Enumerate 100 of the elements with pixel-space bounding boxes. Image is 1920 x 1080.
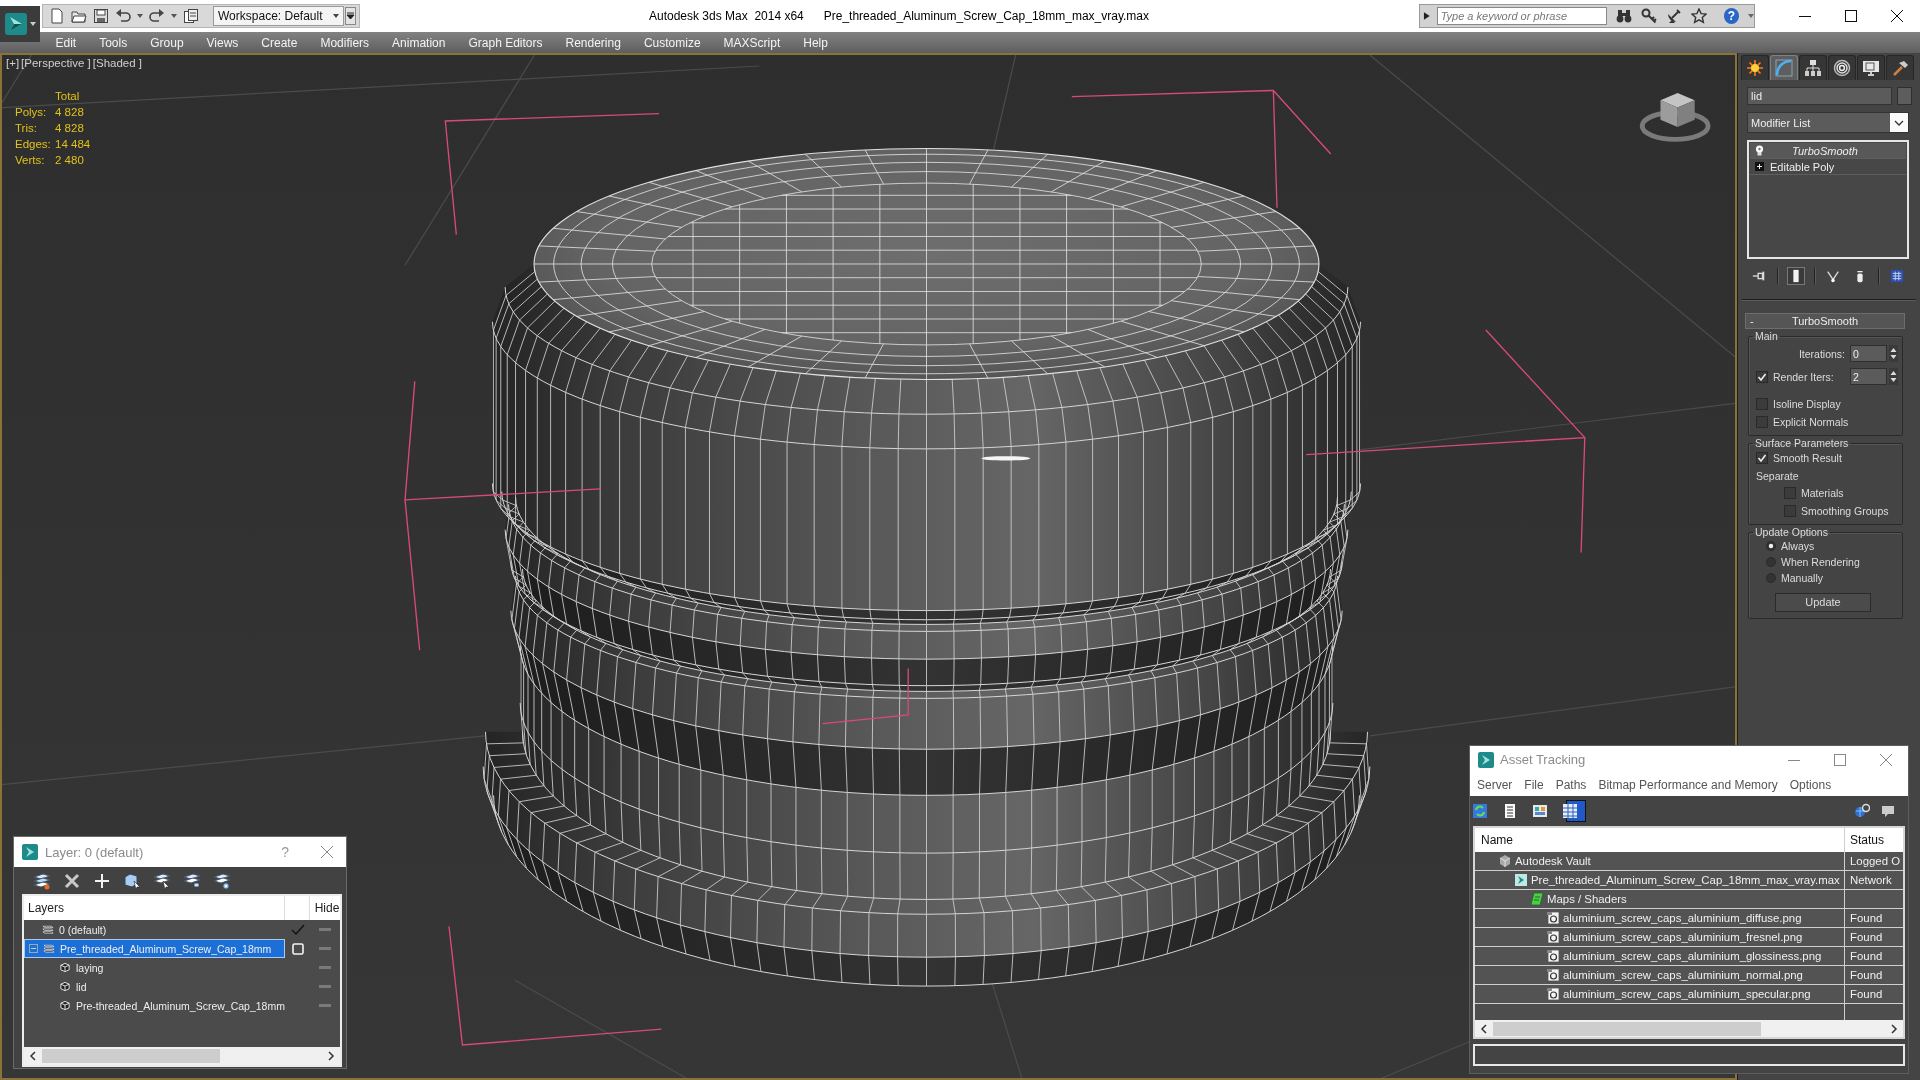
maximize-icon[interactable] — [1845, 10, 1857, 22]
menu-item[interactable]: Paths — [1555, 777, 1587, 792]
modifier-stack-item[interactable]: Editable Poly — [1750, 159, 1906, 175]
layer-item[interactable]: laying — [24, 958, 285, 977]
layer-item[interactable]: Pre-threaded_Aluminum_Screw_Cap_18mm — [24, 996, 285, 1015]
checkbox[interactable] — [1756, 398, 1768, 410]
column-header[interactable]: Status — [1850, 833, 1885, 847]
layer-stack-icon[interactable] — [33, 871, 51, 890]
checkbox[interactable] — [1784, 505, 1796, 517]
key-icon[interactable] — [1640, 8, 1657, 24]
menu-item[interactable]: File — [1524, 777, 1544, 792]
close-icon[interactable] — [1891, 10, 1903, 22]
spinner-arrows-icon[interactable] — [1889, 345, 1898, 362]
menu-item[interactable]: Options — [1789, 777, 1832, 792]
asset-row[interactable]: Maps / Shaders — [1475, 890, 1903, 909]
menu-item[interactable]: Tools — [87, 35, 139, 50]
menu-item[interactable]: Rendering — [554, 35, 633, 50]
radio-button[interactable] — [1766, 541, 1776, 551]
viewport-menu[interactable]: [Perspective ] — [21, 57, 91, 69]
menu-item[interactable]: Views — [195, 35, 250, 50]
radio-button[interactable] — [1766, 557, 1776, 567]
panel-tab[interactable] — [1857, 55, 1885, 80]
path-field[interactable] — [1473, 1044, 1905, 1066]
object-name-field[interactable]: lid — [1747, 87, 1892, 105]
menu-item[interactable]: Graph Editors — [456, 35, 554, 50]
menu-item[interactable]: Edit — [44, 35, 88, 50]
workspace-dropdown[interactable]: Workspace: Default — [213, 6, 344, 26]
update-button[interactable]: Update — [1775, 592, 1871, 612]
expand-arrow-icon[interactable] — [1423, 11, 1431, 21]
scroll-left-icon[interactable] — [1480, 1023, 1488, 1034]
star-icon[interactable] — [1690, 8, 1707, 24]
checkbox[interactable] — [1784, 487, 1796, 499]
asset-row[interactable]: Pre_threaded_Aluminum_Screw_Cap_18mm_max_vray.max Network — [1475, 871, 1903, 890]
panel-tab[interactable] — [1799, 55, 1827, 80]
modifier-stack-item[interactable]: TurboSmooth — [1750, 143, 1906, 159]
panel-tab[interactable] — [1828, 55, 1856, 80]
speech-bubble-icon[interactable] — [1880, 803, 1896, 819]
project-folder-icon[interactable] — [183, 8, 199, 24]
menu-item[interactable]: Modifiers — [308, 35, 381, 50]
spinner-arrows-icon[interactable] — [1889, 368, 1898, 385]
scrollbar-thumb[interactable] — [42, 1049, 220, 1063]
scroll-right-icon[interactable] — [1890, 1023, 1898, 1034]
hide-toggle-icon[interactable] — [319, 928, 331, 931]
horizontal-scrollbar[interactable] — [24, 1047, 340, 1065]
empty-box-icon[interactable] — [291, 942, 304, 955]
help-button[interactable]: ? — [1723, 8, 1739, 24]
caret-icon[interactable] — [171, 14, 177, 18]
menu-item[interactable]: Create — [249, 35, 309, 50]
checkbox[interactable] — [1756, 370, 1768, 383]
spinner-field[interactable]: 2 — [1850, 368, 1887, 385]
asset-row[interactable]: aluminium_screw_caps_aluminium_fresnel.png Found — [1475, 928, 1903, 947]
screw-cap-model[interactable] — [482, 147, 1371, 987]
menu-item[interactable]: MAXScript — [712, 35, 792, 50]
layer-item[interactable]: 0 (default) — [24, 920, 285, 939]
scroll-right-icon[interactable] — [327, 1051, 335, 1061]
menu-item[interactable]: Animation — [380, 35, 457, 50]
menu-item[interactable]: Help — [791, 35, 840, 50]
modifier-list-dropdown[interactable]: Modifier List — [1747, 112, 1909, 133]
hide-toggle-icon[interactable] — [319, 947, 331, 950]
binoculars-icon[interactable] — [1615, 8, 1632, 24]
cube-cursor-icon[interactable] — [123, 871, 141, 890]
delete-icon[interactable] — [63, 871, 81, 890]
new-file-icon[interactable] — [49, 8, 65, 24]
hide-toggle-icon[interactable] — [319, 1004, 331, 1007]
panel-tab[interactable] — [1741, 55, 1769, 80]
asset-row[interactable]: aluminium_screw_caps_aluminium_normal.png Found — [1475, 966, 1903, 985]
asset-row[interactable]: aluminium_screw_caps_aluminium_specular.png Found — [1475, 985, 1903, 1004]
asset-row[interactable]: aluminium_screw_caps_aluminium_diffuse.png Found — [1475, 909, 1903, 928]
layer-pin-icon[interactable] — [183, 871, 201, 890]
checkbox[interactable] — [1756, 416, 1768, 428]
panel-tab[interactable] — [1886, 55, 1914, 80]
layer-item[interactable]: lid — [24, 977, 285, 996]
save-icon[interactable] — [93, 8, 109, 24]
menu-item[interactable]: Customize — [632, 35, 713, 50]
hide-toggle-icon[interactable] — [319, 966, 331, 969]
checkbox[interactable] — [1756, 452, 1768, 464]
column-header[interactable]: Hide — [314, 901, 340, 915]
tool-button[interactable] — [1566, 800, 1586, 822]
scroll-left-icon[interactable] — [29, 1051, 37, 1061]
add-icon[interactable] — [93, 871, 111, 890]
collapse-box-icon[interactable] — [29, 944, 38, 953]
column-header[interactable]: Name — [1481, 833, 1513, 847]
menu-item[interactable]: Server — [1477, 777, 1513, 792]
undo-icon[interactable] — [115, 8, 131, 24]
color-swatch-icon[interactable] — [1897, 87, 1912, 105]
stack-tool-button[interactable] — [1787, 267, 1805, 285]
layer-gear-icon[interactable] — [213, 871, 231, 890]
scrollbar-thumb[interactable] — [1493, 1021, 1761, 1036]
asset-row[interactable]: Autodesk Vault Logged O — [1475, 852, 1903, 871]
menu-item[interactable]: Group — [138, 35, 196, 50]
search-field[interactable]: Type a keyword or phrase — [1436, 7, 1607, 25]
asset-row[interactable]: aluminium_screw_caps_aluminium_glossiness.png Found — [1475, 947, 1903, 966]
caret-icon[interactable] — [137, 14, 143, 18]
app-menu-button[interactable] — [0, 6, 40, 42]
spinner-field[interactable]: 0 — [1850, 345, 1887, 362]
open-folder-icon[interactable] — [71, 8, 87, 24]
rollout-header[interactable]: - TurboSmooth — [1745, 313, 1905, 329]
viewcube-icon[interactable] — [1639, 92, 1711, 142]
expand-plus-icon[interactable] — [1755, 162, 1764, 171]
layer-cursor-icon[interactable] — [153, 871, 171, 890]
